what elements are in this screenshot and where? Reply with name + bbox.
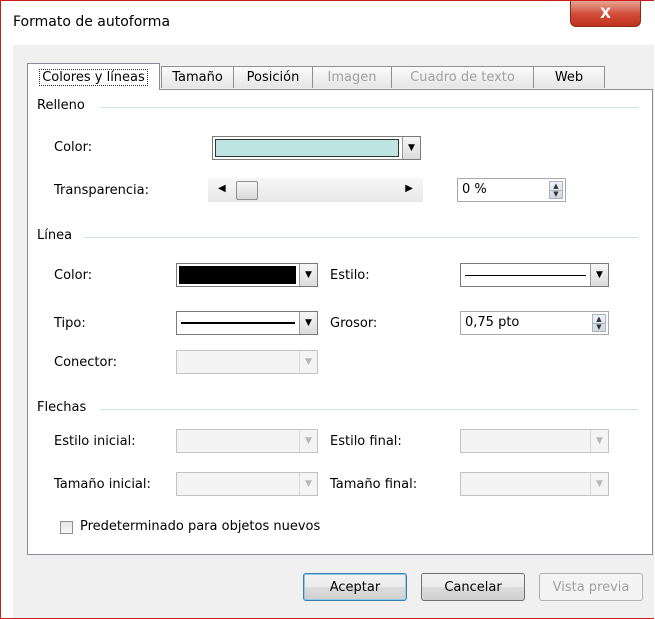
fill-color-swatch [215, 139, 399, 157]
spin-down-icon[interactable]: ▼ [550, 190, 562, 198]
connector-select[interactable]: ▼ [176, 350, 318, 374]
line-style-label: Estilo: [330, 268, 370, 283]
chevron-down-icon: ▼ [590, 473, 608, 495]
dialog-title: Formato de autoforma [13, 14, 171, 30]
chevron-down-icon: ▼ [590, 264, 608, 286]
section-line-heading: Línea [37, 228, 73, 243]
start-size-label: Tamaño inicial: [54, 477, 151, 492]
start-size-select[interactable]: ▼ [176, 472, 318, 496]
section-divider [101, 107, 638, 108]
transparency-value: 0 % [462, 182, 487, 197]
title-bar: Formato de autoforma X [1, 1, 654, 45]
close-icon: X [600, 5, 611, 22]
tab-panel: Relleno Color: ▼ Transparencia: ◀ ▶ 0 % … [27, 89, 653, 555]
end-size-label: Tamaño final: [330, 477, 418, 492]
transparency-slider[interactable]: ◀ ▶ [208, 178, 423, 202]
line-weight-label: Grosor: [330, 316, 378, 331]
default-checkbox[interactable] [60, 521, 73, 534]
line-weight-spinner[interactable]: 0,75 pto ▲ ▼ [460, 311, 609, 335]
line-weight-value: 0,75 pto [465, 315, 520, 330]
preview-button[interactable]: Vista previa [539, 573, 643, 601]
section-divider [100, 409, 638, 410]
tab-tamano[interactable]: Tamaño [161, 66, 234, 88]
chevron-down-icon: ▼ [590, 430, 608, 452]
fill-color-select[interactable]: ▼ [212, 136, 421, 160]
line-type-label: Tipo: [54, 316, 86, 331]
dialog-window: Formato de autoforma X Colores y líneas … [0, 0, 654, 619]
chevron-left-icon[interactable]: ◀ [218, 183, 226, 194]
end-style-label: Estilo final: [330, 434, 402, 449]
line-style-preview [465, 275, 586, 276]
chevron-right-icon[interactable]: ▶ [405, 183, 413, 194]
end-style-select[interactable]: ▼ [460, 429, 609, 453]
tab-strip: Colores y líneas Tamaño Posición Imagen … [27, 63, 647, 90]
chevron-down-icon: ▼ [299, 312, 317, 334]
connector-label: Conector: [54, 355, 117, 370]
spinner-buttons[interactable]: ▲ ▼ [592, 314, 606, 332]
close-button[interactable]: X [570, 1, 641, 27]
cancel-button[interactable]: Cancelar [421, 573, 525, 601]
chevron-down-icon: ▼ [299, 473, 317, 495]
tab-colores-y-lineas[interactable]: Colores y líneas [27, 63, 160, 90]
section-fill-heading: Relleno [37, 98, 85, 113]
chevron-down-icon: ▼ [299, 430, 317, 452]
ok-button[interactable]: Aceptar [303, 573, 407, 601]
end-size-select[interactable]: ▼ [460, 472, 609, 496]
start-style-select[interactable]: ▼ [176, 429, 318, 453]
tab-imagen[interactable]: Imagen [312, 66, 392, 88]
line-color-select[interactable]: ▼ [176, 263, 318, 287]
section-arrows-heading: Flechas [37, 400, 87, 415]
chevron-down-icon: ▼ [299, 351, 317, 373]
line-type-select[interactable]: ▼ [176, 311, 318, 335]
fill-color-label: Color: [54, 140, 93, 155]
line-type-preview [181, 322, 295, 324]
tab-web[interactable]: Web [533, 66, 605, 88]
section-divider [84, 237, 638, 238]
chevron-down-icon: ▼ [402, 137, 420, 159]
line-color-swatch [179, 266, 296, 284]
chevron-down-icon: ▼ [299, 264, 317, 286]
dialog-body: Colores y líneas Tamaño Posición Imagen … [13, 45, 654, 618]
start-style-label: Estilo inicial: [54, 434, 136, 449]
tab-cuadro-de-texto[interactable]: Cuadro de texto [391, 66, 534, 88]
transparency-spinner[interactable]: 0 % ▲ ▼ [457, 178, 566, 202]
line-color-label: Color: [54, 268, 93, 283]
spin-down-icon[interactable]: ▼ [593, 323, 605, 331]
slider-thumb[interactable] [236, 181, 258, 200]
spinner-buttons[interactable]: ▲ ▼ [549, 181, 563, 199]
transparency-label: Transparencia: [54, 183, 149, 198]
tab-posicion[interactable]: Posición [233, 66, 313, 88]
line-style-select[interactable]: ▼ [460, 263, 609, 287]
default-checkbox-label[interactable]: Predeterminado para objetos nuevos [80, 519, 320, 534]
